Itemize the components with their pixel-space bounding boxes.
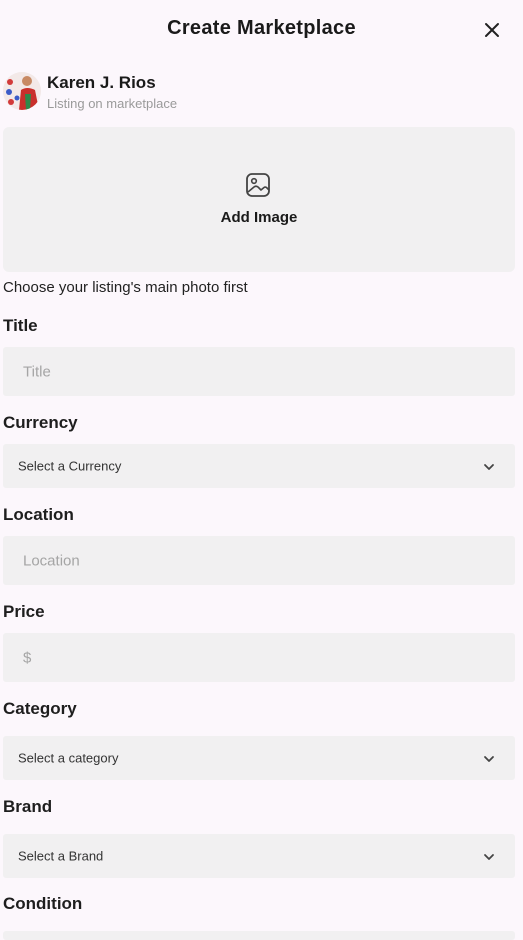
condition-select[interactable]	[3, 931, 515, 940]
price-label: Price	[3, 602, 45, 621]
user-subtitle: Listing on marketplace	[47, 96, 178, 111]
title-label: Title	[3, 316, 38, 335]
location-input[interactable]: Location	[3, 536, 515, 585]
category-select[interactable]: Select a category	[3, 736, 515, 780]
photo-hint: Choose your listing's main photo first	[3, 279, 248, 296]
chevron-down-icon	[484, 854, 494, 860]
title-placeholder: Title	[23, 363, 51, 380]
currency-label: Currency	[3, 413, 78, 432]
location-label: Location	[3, 505, 74, 524]
add-image-label: Add Image	[220, 209, 298, 226]
title-input[interactable]: Title	[3, 347, 515, 396]
user-info: Karen J. Rios Listing on marketplace	[3, 72, 303, 112]
category-label: Category	[3, 699, 77, 718]
currency-value: Select a Currency	[18, 458, 122, 474]
category-value: Select a category	[18, 750, 119, 766]
condition-label: Condition	[3, 894, 83, 913]
add-image-button[interactable]: Add Image	[3, 127, 515, 272]
close-button[interactable]	[480, 18, 504, 42]
chevron-down-icon	[484, 464, 494, 470]
image-icon	[246, 173, 270, 197]
location-placeholder: Location	[23, 552, 80, 569]
avatar[interactable]	[3, 72, 41, 110]
brand-value: Select a Brand	[18, 848, 104, 864]
header: Create Marketplace	[0, 0, 523, 60]
close-icon[interactable]	[484, 22, 500, 38]
currency-select[interactable]: Select a Currency	[3, 444, 515, 488]
chevron-down-icon	[484, 756, 494, 762]
price-input[interactable]: $	[3, 633, 515, 682]
brand-label: Brand	[3, 797, 53, 816]
price-placeholder: $	[23, 649, 32, 666]
brand-select[interactable]: Select a Brand	[3, 834, 515, 878]
page-title: Create Marketplace	[167, 17, 356, 39]
user-name: Karen J. Rios	[47, 73, 156, 92]
